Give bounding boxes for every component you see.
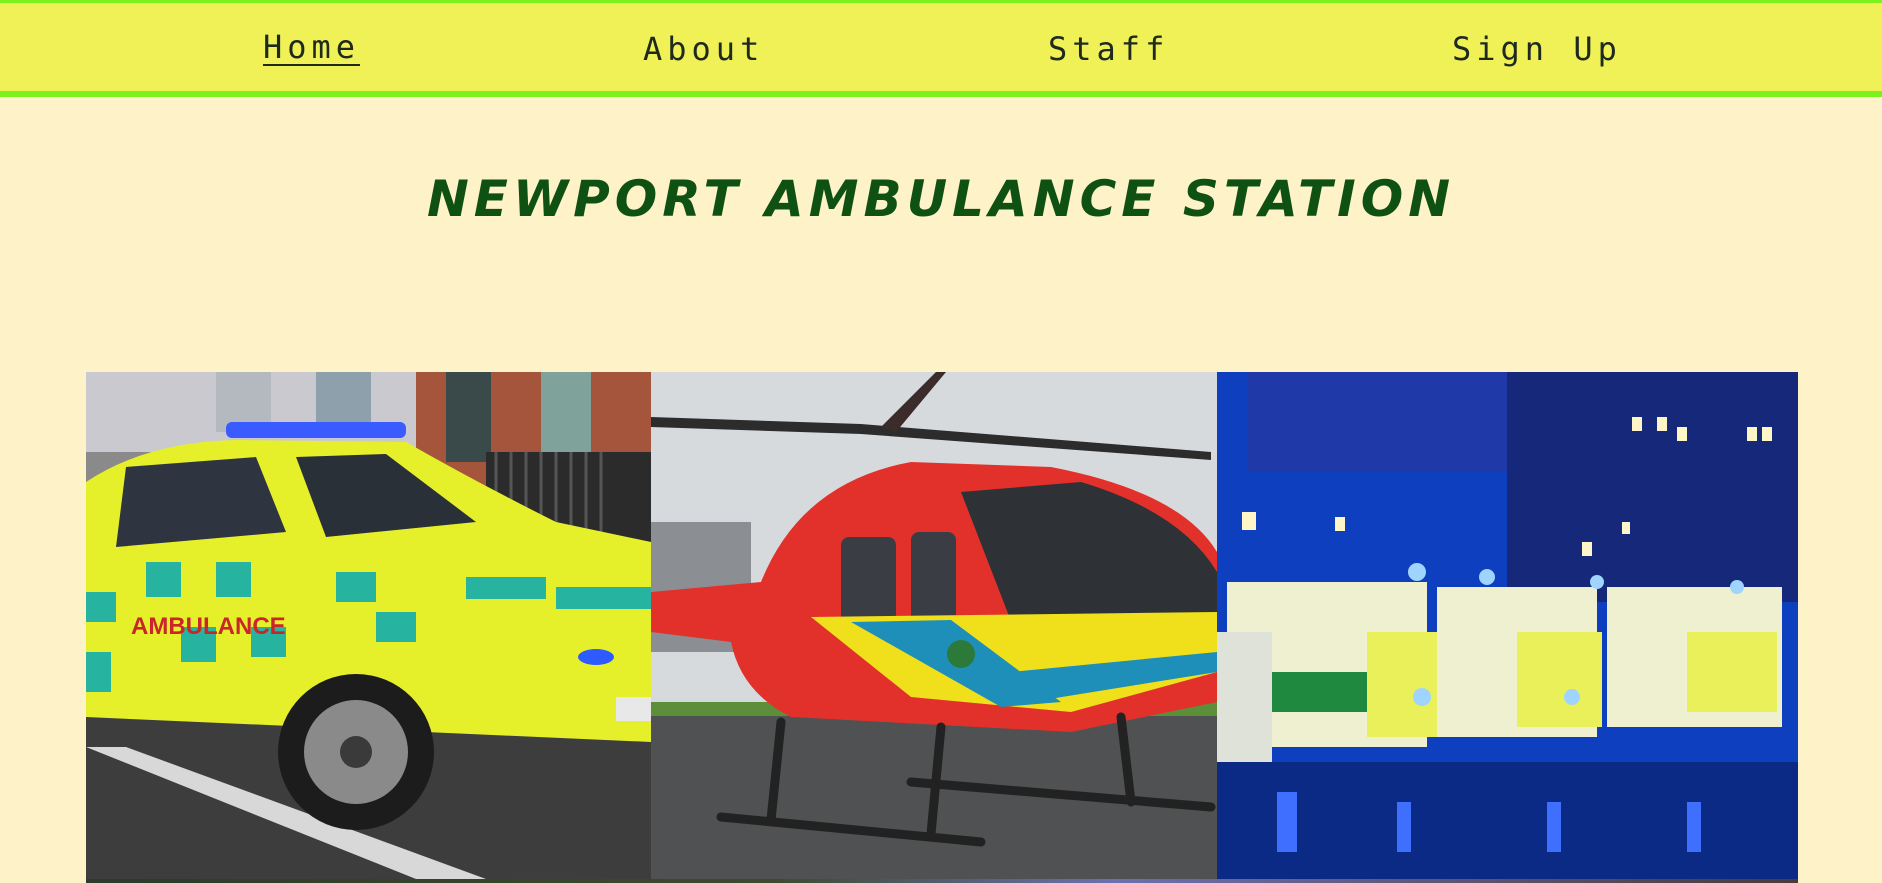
top-nav: Home About Staff Sign Up xyxy=(0,0,1882,97)
photo-gallery: AMBULANCE xyxy=(86,372,1798,883)
nav-link-about[interactable]: About xyxy=(643,30,764,68)
nav-link-sign-up[interactable]: Sign Up xyxy=(1452,30,1622,68)
nav-link-home[interactable]: Home xyxy=(263,30,361,66)
page-title: NEWPORT AMBULANCE STATION xyxy=(426,170,1456,228)
nav-link-staff[interactable]: Staff xyxy=(1048,30,1169,68)
helicopter-photo xyxy=(651,372,1217,879)
ambulance-label: AMBULANCE xyxy=(131,613,286,640)
ambulance-fleet-photo xyxy=(1217,372,1798,879)
ambulance-car-photo: AMBULANCE xyxy=(86,372,651,879)
gallery-next-row xyxy=(86,879,1798,883)
